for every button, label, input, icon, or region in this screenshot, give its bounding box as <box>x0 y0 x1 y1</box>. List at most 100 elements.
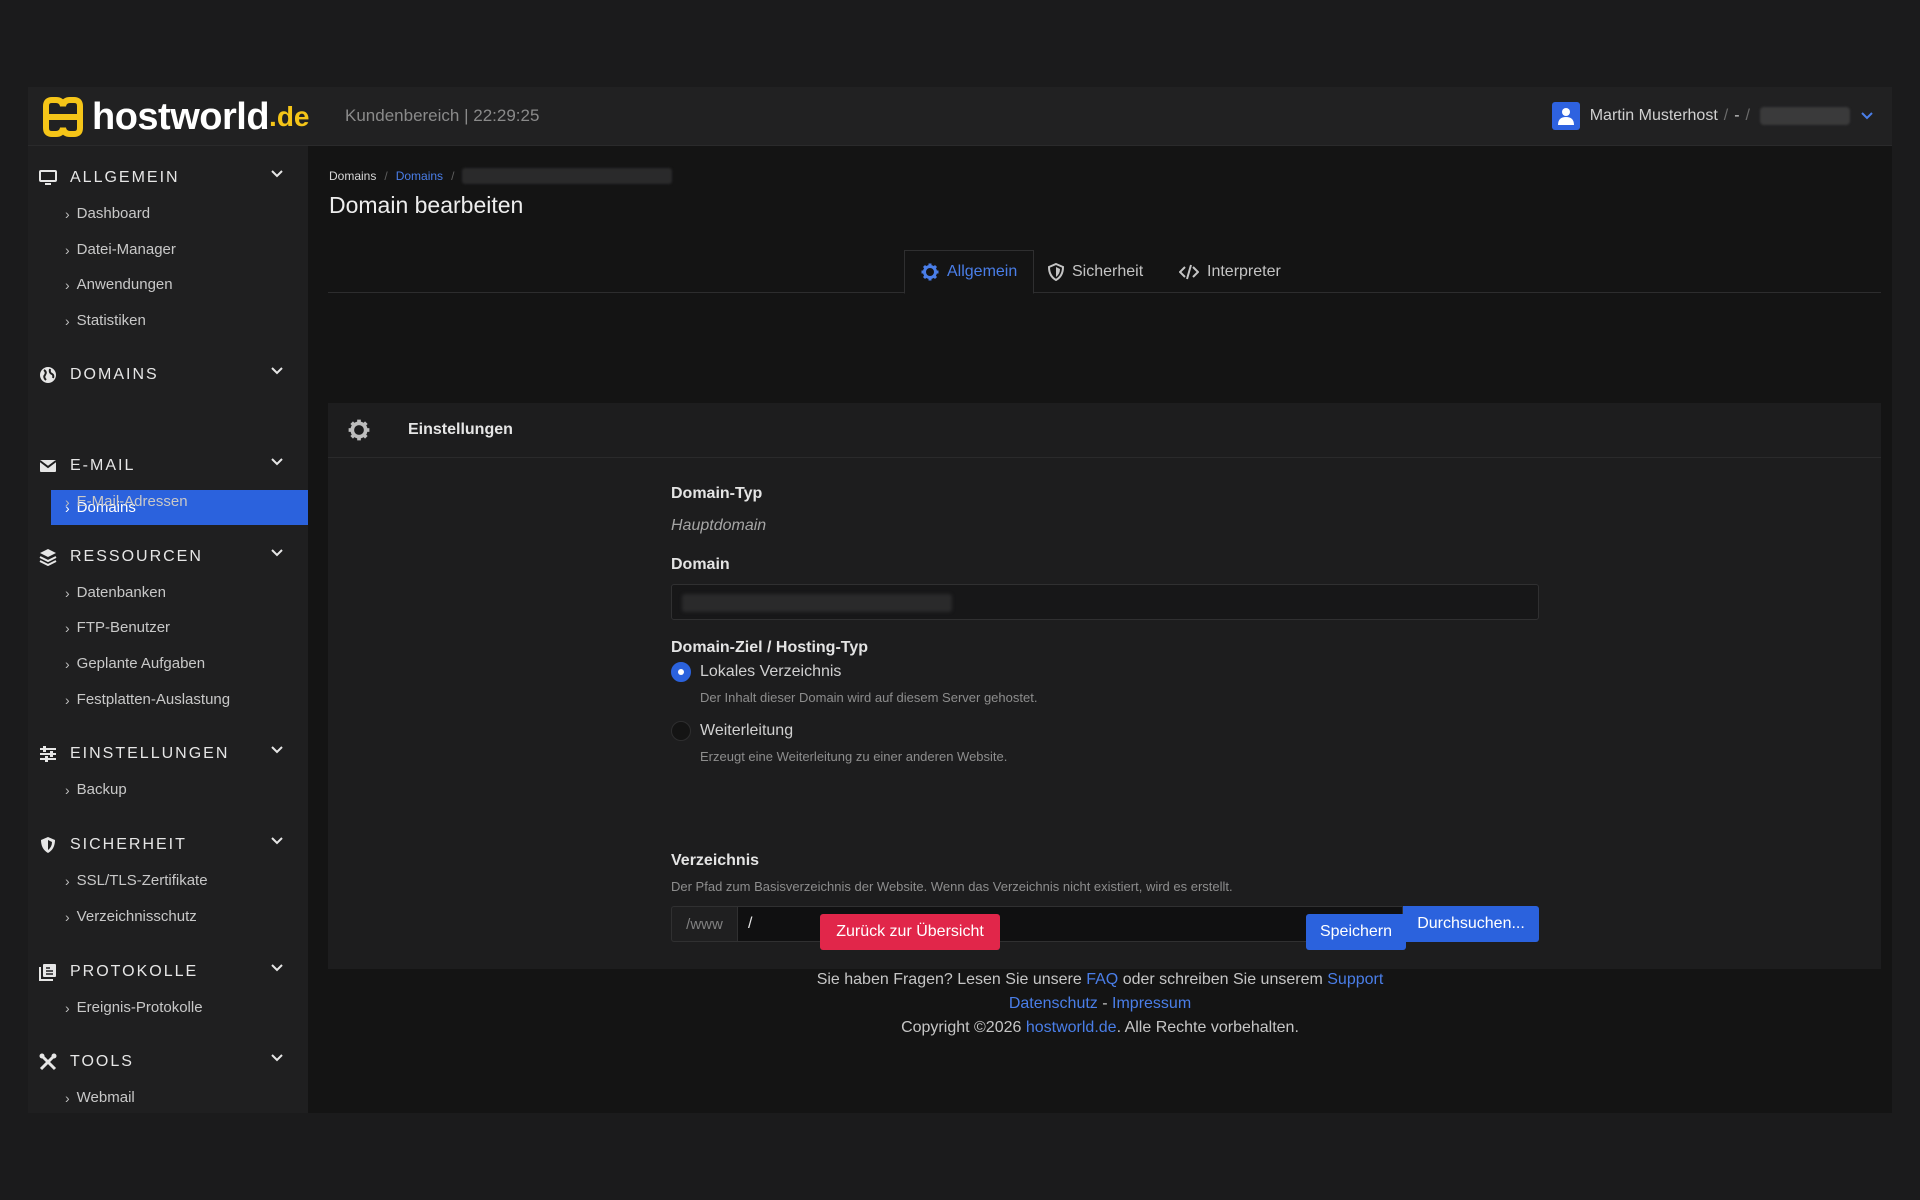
sidebar-item-ereignis-protokolle[interactable]: › Ereignis-Protokolle <box>51 990 308 1025</box>
nav-label: Statistiken <box>76 312 146 329</box>
user-menu[interactable]: Martin Musterhost / - / <box>1551 100 1874 132</box>
radio-label-lokales-verzeichnis[interactable]: Lokales Verzeichnis <box>700 663 841 681</box>
redacted-domain <box>462 168 673 184</box>
clock: 22:29:25 <box>473 106 540 125</box>
footer-text: Sie haben Fragen? Lesen Sie unsere <box>816 971 1082 988</box>
sidebar-item-verzeichnisschutz[interactable]: › Verzeichnisschutz <box>51 899 308 934</box>
back-to-overview-button[interactable]: Zurück zur Übersicht <box>820 914 1000 950</box>
brand-link[interactable]: hostworld.de <box>1026 1019 1117 1036</box>
privacy-link[interactable]: Datenschutz <box>1009 995 1098 1012</box>
section-title: PROTOKOLLE <box>70 963 199 980</box>
faq-link[interactable]: FAQ <box>1086 971 1118 988</box>
section-title: E-MAIL <box>70 457 136 474</box>
radio-weiterleitung[interactable] <box>671 721 691 741</box>
nav-label: Festplatten-Auslastung <box>76 691 231 708</box>
sidebar-section-email[interactable]: E-MAIL <box>28 448 308 484</box>
nav-label: Datei-Manager <box>76 241 176 258</box>
logo-text: hostworld <box>92 95 270 138</box>
domain-type-label: Domain-Typ <box>671 485 763 502</box>
redacted-account <box>1760 107 1850 125</box>
imprint-link[interactable]: Impressum <box>1112 995 1191 1012</box>
sidebar-section-allgemein[interactable]: ALLGEMEIN <box>28 160 308 196</box>
breadcrumb: Domains / Domains / <box>329 168 673 184</box>
nav-label: Backup <box>76 781 127 798</box>
settings-card: Einstellungen Domain-Typ Hauptdomain Dom… <box>328 403 1881 969</box>
sidebar-item-email-adressen[interactable]: › E-Mail-Adressen <box>51 484 308 519</box>
sidebar-section-sicherheit[interactable]: SICHERHEIT <box>28 827 308 863</box>
sidebar-item-backup[interactable]: › Backup <box>51 772 308 807</box>
tab-interpreter[interactable]: Interpreter <box>1163 250 1297 293</box>
chevron-right-icon: › <box>65 205 70 222</box>
sidebar-item-datenbanken[interactable]: › Datenbanken <box>51 575 308 610</box>
nav-label: SSL/TLS-Zertifikate <box>76 872 208 889</box>
section-title: ALLGEMEIN <box>70 169 180 186</box>
chevron-right-icon: › <box>65 999 70 1016</box>
nav-label: FTP-Benutzer <box>76 619 171 636</box>
user-icon <box>1551 102 1580 130</box>
save-button[interactable]: Speichern <box>1306 914 1406 950</box>
breadcrumb-root[interactable]: Domains <box>329 169 376 183</box>
top-bar: hostworld .de Kundenbereich | 22:29:25 Ma… <box>28 87 1892 146</box>
radio-help-lokales-verzeichnis: Der Inhalt dieser Domain wird auf diesem… <box>700 690 1038 705</box>
sidebar-item-dashboard[interactable]: › Dashboard <box>51 196 308 231</box>
app-window: hostworld .de Kundenbereich | 22:29:25 Ma… <box>28 87 1892 1113</box>
sidebar-section-protokolle[interactable]: PROTOKOLLE <box>28 954 308 990</box>
nav-label: E-Mail-Adressen <box>76 493 188 510</box>
sidebar-item-geplante-aufgaben[interactable]: › Geplante Aufgaben <box>51 646 308 681</box>
chevron-right-icon: › <box>65 493 70 510</box>
gear-icon <box>348 419 370 441</box>
layers-icon <box>38 547 58 567</box>
radio-lokales-verzeichnis[interactable] <box>671 662 691 682</box>
chevron-right-icon: › <box>65 691 70 708</box>
tab-label: Sicherheit <box>1072 262 1144 280</box>
monitor-icon <box>38 168 58 188</box>
browse-button[interactable]: Durchsuchen... <box>1403 906 1539 942</box>
sidebar-item-festplatten-auslastung[interactable]: › Festplatten-Auslastung <box>51 682 308 717</box>
sidebar-section-tools[interactable]: TOOLS <box>28 1044 308 1080</box>
footer-dash: - <box>1102 995 1108 1012</box>
domain-field[interactable] <box>671 584 1539 620</box>
section-title: EINSTELLUNGEN <box>70 745 230 762</box>
domain-type-value: Hauptdomain <box>671 517 767 534</box>
chevron-right-icon: › <box>65 584 70 601</box>
tab-sicherheit[interactable]: Sicherheit <box>1032 250 1159 293</box>
card-header: Einstellungen <box>328 403 1881 458</box>
chevron-right-icon: › <box>65 908 70 925</box>
log-icon <box>38 962 58 982</box>
section-title: RESSOURCEN <box>70 548 203 565</box>
tab-label: Allgemein <box>947 263 1018 280</box>
sidebar-item-statistiken[interactable]: › Statistiken <box>51 303 308 338</box>
card-title: Einstellungen <box>408 421 513 438</box>
chevron-right-icon: › <box>65 781 70 798</box>
radio-label-weiterleitung[interactable]: Weiterleitung <box>700 722 793 740</box>
copyright-text: Copyright ©2026 <box>901 1019 1022 1036</box>
section-title: TOOLS <box>70 1053 134 1070</box>
footer-text: oder schreiben Sie unserem <box>1122 971 1323 988</box>
sidebar: ALLGEMEIN › Dashboard › Datei-Manager › Anw… <box>28 146 308 1113</box>
sidebar-item-anwendungen[interactable]: › Anwendungen <box>51 267 308 302</box>
sidebar-item-webmail[interactable]: › Webmail <box>51 1080 308 1113</box>
sidebar-item-datei-manager[interactable]: › Datei-Manager <box>51 232 308 267</box>
area-label: Kundenbereich <box>345 106 460 125</box>
sidebar-section-domains[interactable]: DOMAINS <box>28 357 308 393</box>
redacted-domain <box>682 594 952 612</box>
nav-label: Webmail <box>76 1089 135 1106</box>
footer-legal: Datenschutz - Impressum <box>308 995 1892 1013</box>
footer-copyright: Copyright ©2026 hostworld.de. Alle Recht… <box>308 1019 1892 1037</box>
chevron-down-icon <box>271 964 283 972</box>
globe-icon <box>38 365 58 385</box>
logo[interactable]: hostworld .de <box>42 94 310 140</box>
nav-label: Verzeichnisschutz <box>76 908 197 925</box>
tab-allgemein[interactable]: Allgemein <box>904 250 1035 294</box>
sidebar-item-ftp-benutzer[interactable]: › FTP-Benutzer <box>51 610 308 645</box>
breadcrumb-link[interactable]: Domains <box>396 169 443 183</box>
footer-help: Sie haben Fragen? Lesen Sie unsere FAQ o… <box>308 971 1892 989</box>
chevron-right-icon: › <box>65 241 70 258</box>
sidebar-item-ssl-tls-zertifikate[interactable]: › SSL/TLS-Zertifikate <box>51 863 308 898</box>
support-link[interactable]: Support <box>1327 971 1383 988</box>
sidebar-section-einstellungen[interactable]: EINSTELLUNGEN <box>28 736 308 772</box>
user-name: Martin Musterhost <box>1589 107 1718 124</box>
chevron-down-icon <box>271 746 283 754</box>
sidebar-section-ressourcen[interactable]: RESSOURCEN <box>28 539 308 575</box>
section-title: DOMAINS <box>70 366 159 383</box>
